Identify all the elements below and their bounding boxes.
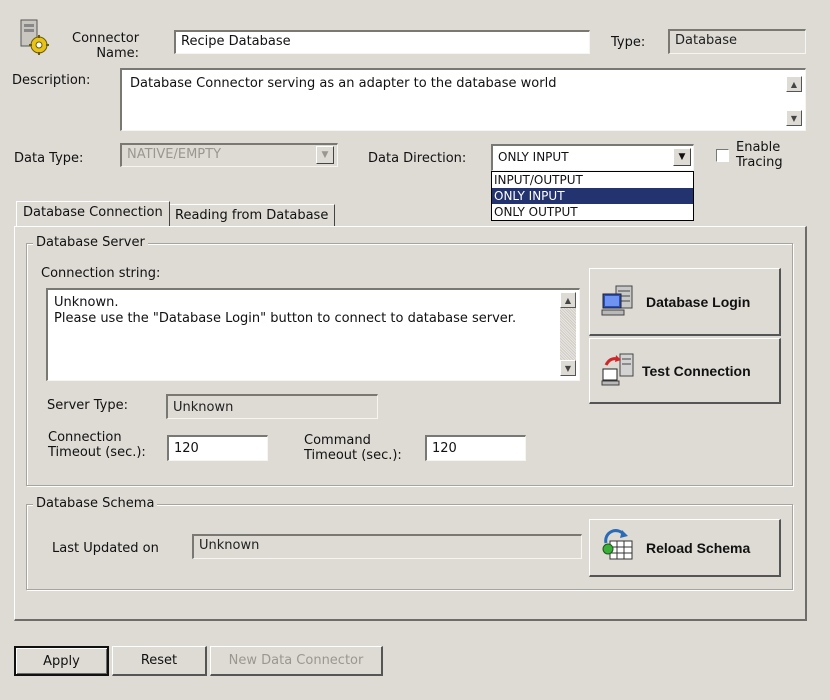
data-type-chevron-down-icon: ▼ <box>316 146 334 164</box>
dropdown-option[interactable]: INPUT/OUTPUT <box>492 172 693 188</box>
data-type-value: NATIVE/EMPTY <box>127 147 222 162</box>
data-type-select: NATIVE/EMPTY <box>120 143 338 167</box>
tab-database-connection[interactable]: Database Connection <box>16 201 170 226</box>
connector-gear-icon <box>18 18 50 56</box>
command-timeout-label: Command Timeout (sec.): <box>304 433 402 463</box>
server-type-field: Unknown <box>166 394 378 419</box>
connection-string-label: Connection string: <box>41 266 161 281</box>
apply-button[interactable]: Apply <box>14 646 109 676</box>
reset-button[interactable]: Reset <box>112 646 207 676</box>
description-textarea[interactable]: Database Connector serving as an adapter… <box>120 68 806 131</box>
description-scroll-down-button[interactable]: ▼ <box>786 110 802 126</box>
database-server-group-title: Database Server <box>33 235 148 250</box>
connection-timeout-input[interactable]: 120 <box>167 435 268 461</box>
test-connection-label: Test Connection <box>642 362 751 379</box>
connection-string-scroll-down-button[interactable]: ▼ <box>560 360 576 376</box>
last-updated-label: Last Updated on <box>52 541 159 556</box>
test-connection-icon <box>600 351 636 390</box>
description-text: Database Connector serving as an adapter… <box>130 76 557 91</box>
data-direction-select[interactable]: ONLY INPUT <box>491 144 694 171</box>
type-label: Type: <box>611 35 646 50</box>
enable-tracing-label: Enable Tracing <box>736 140 783 170</box>
data-direction-chevron-down-icon[interactable]: ▼ <box>673 148 691 166</box>
connector-name-input[interactable]: Recipe Database <box>174 30 590 54</box>
server-type-label: Server Type: <box>47 398 129 413</box>
data-direction-value: ONLY INPUT <box>498 150 569 164</box>
connector-name-label: Connector Name: <box>72 31 140 61</box>
database-login-label: Database Login <box>646 293 751 310</box>
connection-string-scroll-track[interactable] <box>560 308 576 360</box>
test-connection-button[interactable]: Test Connection <box>589 338 781 404</box>
reload-schema-button[interactable]: Reload Schema <box>589 519 781 577</box>
database-login-icon <box>600 282 636 321</box>
dropdown-option[interactable]: ONLY OUTPUT <box>492 204 693 220</box>
new-data-connector-button: New Data Connector <box>210 646 383 676</box>
database-schema-group-title: Database Schema <box>33 496 158 511</box>
connection-string-line: Unknown. <box>54 295 119 310</box>
connection-string-scroll-up-button[interactable]: ▲ <box>560 292 576 308</box>
type-field: Database <box>668 29 806 54</box>
enable-tracing-checkbox[interactable] <box>716 149 729 162</box>
data-direction-dropdown-list[interactable]: INPUT/OUTPUT ONLY INPUT ONLY OUTPUT <box>491 171 694 221</box>
connection-string-line: Please use the "Database Login" button t… <box>54 311 517 326</box>
reload-schema-label: Reload Schema <box>646 539 751 556</box>
connection-string-textarea[interactable]: Unknown. Please use the "Database Login"… <box>46 288 580 381</box>
command-timeout-input[interactable]: 120 <box>425 435 526 461</box>
description-label: Description: <box>12 73 91 88</box>
description-scroll-up-button[interactable]: ▲ <box>786 76 802 92</box>
tab-reading-from-database[interactable]: Reading from Database <box>168 204 336 226</box>
last-updated-field: Unknown <box>192 534 582 559</box>
dropdown-option-selected[interactable]: ONLY INPUT <box>492 188 693 204</box>
reload-schema-icon <box>600 529 636 566</box>
data-direction-label: Data Direction: <box>368 151 467 166</box>
data-type-label: Data Type: <box>14 151 84 166</box>
connection-timeout-label: Connection Timeout (sec.): <box>48 430 146 460</box>
database-login-button[interactable]: Database Login <box>589 268 781 336</box>
